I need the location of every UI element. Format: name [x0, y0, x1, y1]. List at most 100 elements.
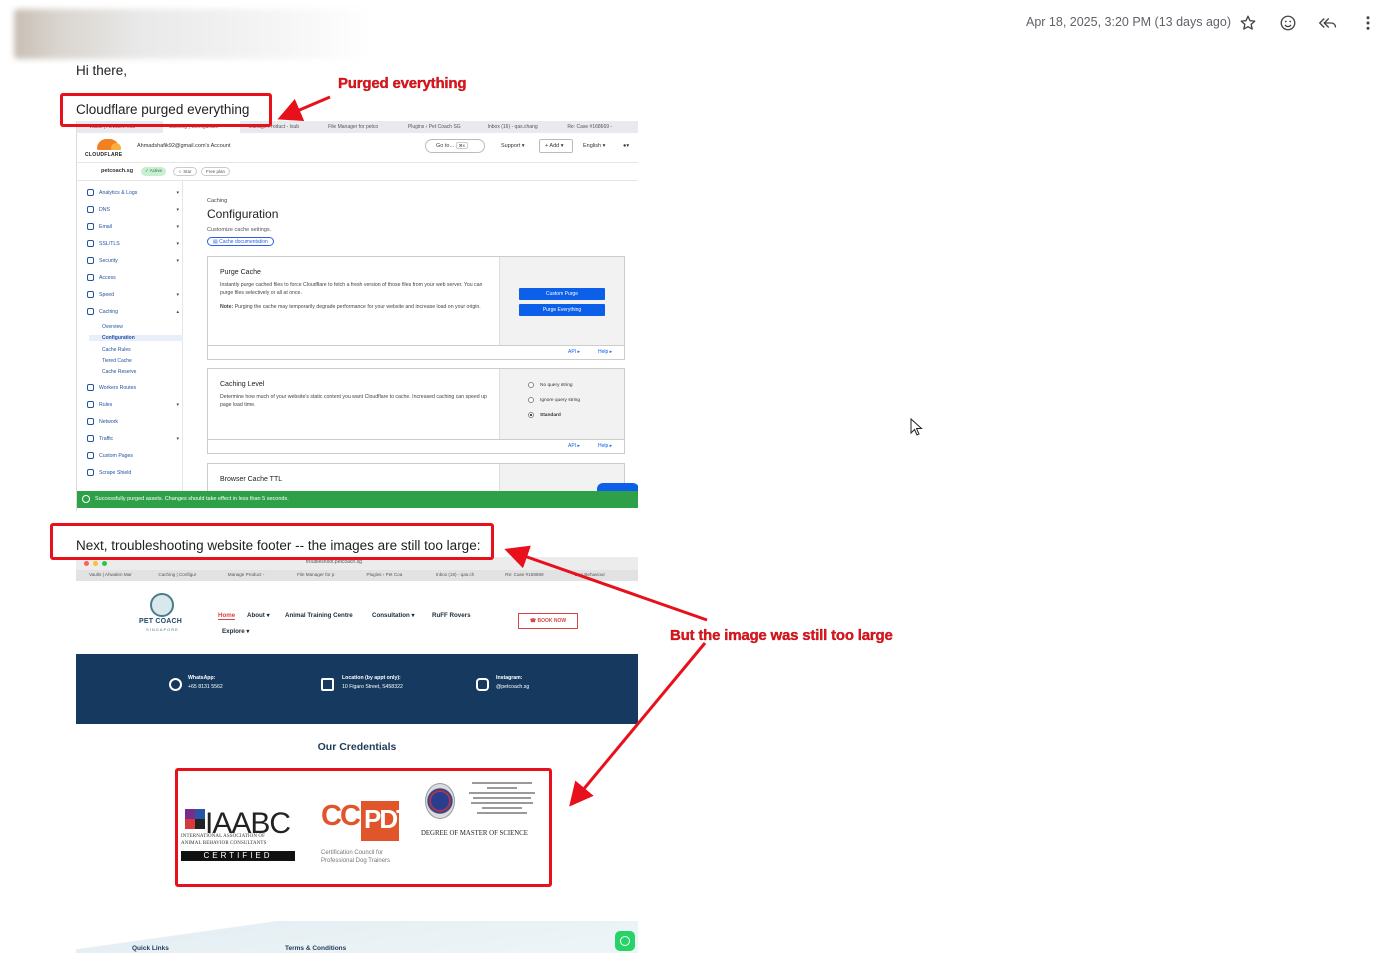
sidebar-item-workers: Workers Routes: [87, 384, 179, 391]
cloudflare-logo: CLOUDFLARE: [85, 139, 129, 159]
sidebar-sub-tiered-cache: Tiered Cache: [102, 358, 132, 364]
reply-all-icon[interactable]: [1317, 12, 1339, 34]
api-link: API ▸: [568, 443, 580, 449]
greeting: Hi there,: [76, 63, 128, 78]
sidebar-sub-configuration: Configuration: [89, 335, 183, 341]
browser-tab: Inbox (16) - qas.chang: [487, 124, 538, 130]
sidebar-item-security: Security ▾: [87, 257, 179, 264]
sidebar-item-speed: Speed ▾: [87, 291, 179, 298]
petcoach-screenshot: troubleshoot.petcoach.sg Vaults | Ahwale…: [76, 557, 638, 953]
petcoach-header: PET COACH SINGAPORE Home About ▾ Animal …: [76, 581, 638, 654]
credentials-title: Our Credentials: [317, 741, 397, 753]
user-icon: ●▾: [623, 143, 630, 149]
purge-card-footer: API ▸ Help ▸: [207, 346, 625, 360]
purge-cache-card: Purge Cache Instantly purge cached files…: [207, 256, 625, 346]
emoji-icon[interactable]: [1277, 12, 1299, 34]
annotation-purged: Purged everything: [338, 75, 467, 92]
browser-ttl-title: Browser Cache TTL: [220, 476, 283, 483]
site-name: petcoach.sg: [101, 168, 134, 174]
sidebar-item-custom-pages: Custom Pages: [87, 452, 179, 459]
goto-search: Go to... ⌘K: [425, 139, 485, 153]
add-menu: + Add ▾: [539, 139, 573, 153]
sidebar-item-ssl: SSL/TLS ▾: [87, 240, 179, 247]
browser-tab: Vaults | Ahwalen Mar: [89, 572, 132, 577]
nav-about: About ▾: [247, 612, 270, 619]
browser-tab-strip: Vaults | Ahwalen Mar Caching | Configur …: [76, 570, 638, 581]
sidebar-sub-overview: Overview: [102, 324, 123, 330]
sidebar-item-caching: Caching ▴: [87, 308, 179, 315]
whatsapp-icon: [169, 678, 182, 691]
annotation-too-large: But the image was still too large: [670, 627, 893, 644]
cloudflare-main: Caching Configuration Customize cache se…: [183, 181, 638, 511]
map-icon: [321, 678, 334, 691]
browser-tab: Plugins ‹ Pet Coach SG: [407, 124, 461, 130]
nav-consultation: Consultation ▾: [372, 612, 415, 619]
plan-badge: Free plan: [201, 167, 231, 176]
browser-tab: File Manager for petco: [328, 124, 379, 130]
purge-everything-button: Purge Everything: [519, 304, 605, 316]
whatsapp-info: WhatsApp: +65 8131 5562: [188, 675, 223, 690]
footer-terms: Terms & Conditions: [285, 945, 347, 952]
browser-tab: File Manager for p: [297, 572, 335, 577]
cache-doc-link: ▤ Cache documentation: [207, 237, 274, 246]
purge-cache-note: Note: Purging the cache may temporarily …: [220, 304, 481, 311]
check-icon: [82, 495, 90, 503]
page-title: Configuration: [207, 207, 279, 221]
custom-purge-button: Custom Purge: [519, 288, 605, 300]
purge-cache-desc: Instantly purge cached files to force Cl…: [220, 282, 483, 297]
caching-level-desc: Determine how much of your website's sta…: [220, 394, 487, 409]
pet-coach-logo: PET COACH: [139, 618, 183, 625]
sender-info-blurred: [14, 9, 374, 59]
instagram-icon: [476, 678, 489, 691]
pet-coach-logo-sub: SINGAPORE: [146, 627, 179, 632]
site-bar: petcoach.sg ✓ Active ☆ Star Free plan: [77, 163, 638, 181]
star-icon[interactable]: [1237, 12, 1259, 34]
sidebar-item-access: Access: [87, 274, 179, 281]
account-name: Ahmadshafik92@gmail.com's Account: [137, 143, 231, 149]
sidebar-sub-cache-reserve: Cache Reserve: [102, 369, 137, 375]
location-info: Location (by appt only): 10 Figaro Street…: [342, 675, 403, 690]
star-button: ☆ Star: [173, 167, 197, 176]
nav-ruff-rovers: RuFF Rovers: [432, 612, 471, 619]
nav-animal-training: Animal Training Centre: [285, 612, 353, 619]
annotation-box-purged: [60, 93, 272, 127]
annotation-box-footer-text: [50, 523, 494, 560]
browser-tab: Caching | Configur: [158, 572, 197, 577]
page-subtitle: Customize cache settings.: [207, 227, 272, 233]
book-now-button: ☎ BOOK NOW: [518, 613, 578, 629]
api-link: API ▸: [568, 349, 580, 355]
purge-cache-title: Purge Cache: [220, 269, 261, 276]
radio-ignore-query-string: Ignore query string: [528, 397, 580, 403]
browser-tab: Inbox (16) - qas.ch: [435, 572, 475, 577]
browser-tab: Manage Product -: [227, 572, 265, 577]
footer-quick-links: Quick Links: [132, 945, 169, 952]
pet-coach-logo-icon: [150, 593, 174, 617]
whatsapp-float-icon: [615, 931, 635, 951]
browser-tab: Re: Case #168669 -: [567, 124, 613, 130]
sidebar-sub-cache-rules: Cache Rules: [102, 347, 131, 353]
support-menu: Support ▾: [501, 143, 525, 149]
sidebar-item-scrape-shield: Scrape Shield: [87, 469, 179, 476]
caching-level-title: Caching Level: [220, 381, 265, 388]
help-link: Help ▸: [598, 349, 613, 355]
caching-card-footer: API ▸ Help ▸: [207, 440, 625, 454]
nav-explore: Explore ▾: [222, 628, 250, 635]
cloudflare-sidebar: Analytics & Logs ▾ DNS ▾ Email ▾ SSL/TLS ▾ S…: [77, 181, 183, 491]
status-badge: ✓ Active: [141, 167, 167, 176]
sidebar-item-network: Network: [87, 418, 179, 425]
email-date: Apr 18, 2025, 3:20 PM (13 days ago): [1026, 15, 1231, 29]
sidebar-item-rules: Rules ▾: [87, 401, 179, 408]
more-icon[interactable]: [1357, 12, 1379, 34]
radio-standard: Standard: [528, 412, 561, 418]
language-menu: English ▾: [583, 143, 606, 149]
radio-no-query-string: No query string: [528, 382, 573, 388]
browser-tab: Re: Case #168669: [505, 572, 544, 577]
cloudflare-topbar: CLOUDFLARE Ahmadshafik92@gmail.com's Acc…: [77, 133, 638, 163]
caching-level-card: Caching Level Determine how much of your…: [207, 368, 625, 440]
contact-band: WhatsApp: +65 8131 5562 Location (by appt…: [76, 654, 638, 724]
browser-tab: Dog Behaviour: [574, 572, 606, 577]
annotation-box-credentials: [175, 768, 552, 887]
help-link: Help ▸: [598, 443, 613, 449]
sidebar-item-analytics: Analytics & Logs ▾: [87, 189, 179, 196]
sidebar-item-traffic: Traffic ▾: [87, 435, 179, 442]
